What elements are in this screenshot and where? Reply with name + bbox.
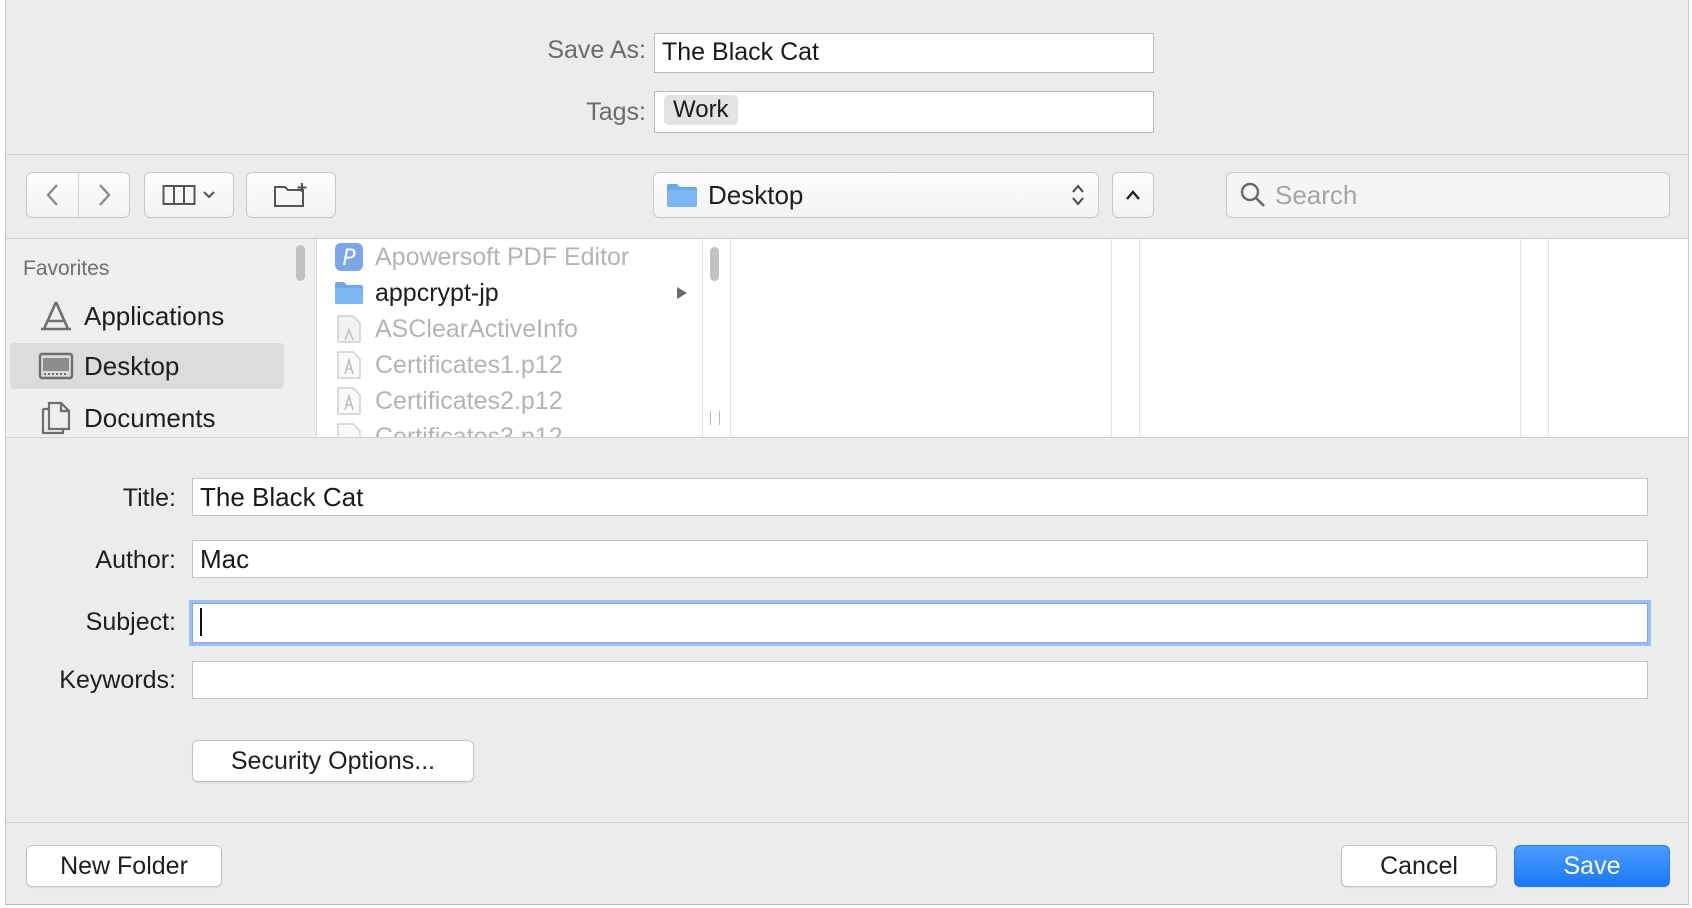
list-item[interactable]: ASClearActiveInfo xyxy=(317,311,702,347)
search-placeholder: Search xyxy=(1275,179,1358,210)
new-folder-toolbar-button[interactable] xyxy=(246,172,336,218)
save-as-field[interactable]: The Black Cat xyxy=(654,33,1154,73)
location-popup[interactable]: Desktop xyxy=(653,172,1099,218)
title-field[interactable]: The Black Cat xyxy=(192,478,1648,516)
folder-icon xyxy=(667,184,697,207)
keywords-field[interactable] xyxy=(192,661,1648,699)
tags-field[interactable]: Work xyxy=(654,91,1154,133)
sidebar-heading: Favorites xyxy=(23,257,110,280)
nav-button-group xyxy=(26,172,130,218)
list-item[interactable]: Certificates3.p12 xyxy=(317,419,702,437)
top-separator xyxy=(6,154,1688,155)
column-divider xyxy=(1111,239,1112,437)
chevron-left-icon xyxy=(45,184,58,206)
subject-field[interactable] xyxy=(192,603,1648,643)
sidebar-scrollbar[interactable] xyxy=(296,245,305,281)
cancel-button[interactable]: Cancel xyxy=(1341,845,1497,887)
sidebar: Favorites Applications Desktop Documents xyxy=(6,239,317,437)
collapse-button[interactable] xyxy=(1112,172,1154,218)
applications-icon xyxy=(38,300,74,332)
disclosure-arrow-icon xyxy=(677,287,687,299)
list-item[interactable]: P Apowersoft PDF Editor xyxy=(317,239,702,275)
column-divider[interactable] xyxy=(702,239,703,437)
column-view-icon xyxy=(162,185,196,205)
desktop-icon xyxy=(38,350,74,382)
updown-chevron-icon xyxy=(1072,184,1084,206)
sidebar-item-applications[interactable]: Applications xyxy=(6,293,284,339)
save-button[interactable]: Save xyxy=(1514,845,1670,887)
column-divider xyxy=(1139,239,1140,437)
file-browser: Favorites Applications Desktop Documents xyxy=(6,238,1688,438)
svg-text:P: P xyxy=(342,246,356,271)
author-label: Author: xyxy=(95,546,176,574)
list-item[interactable]: appcrypt-jp xyxy=(317,275,702,311)
chevron-down-icon xyxy=(203,191,215,199)
certificate-icon xyxy=(333,349,365,381)
list-item[interactable]: Certificates1.p12 xyxy=(317,347,702,383)
exec-icon xyxy=(333,313,365,345)
text-caret xyxy=(200,608,202,637)
title-label: Title: xyxy=(122,484,176,512)
chevron-up-icon xyxy=(1126,190,1140,200)
file-column-scrollbar[interactable] xyxy=(710,247,719,281)
certificate-icon xyxy=(333,385,365,417)
certificate-icon xyxy=(333,421,365,437)
documents-icon xyxy=(38,401,74,435)
sidebar-item-desktop[interactable]: Desktop xyxy=(10,343,284,389)
app-icon: P xyxy=(333,241,365,273)
tags-label: Tags: xyxy=(586,98,646,126)
chevron-right-icon xyxy=(98,184,111,206)
sidebar-item-documents[interactable]: Documents xyxy=(6,395,284,437)
security-options-button[interactable]: Security Options... xyxy=(192,740,474,782)
save-dialog: Save As: The Black Cat Tags: Work Deskto… xyxy=(5,0,1689,905)
column-divider xyxy=(730,239,731,437)
footer-separator xyxy=(6,822,1688,823)
author-field[interactable]: Mac xyxy=(192,540,1648,578)
column-divider xyxy=(1548,239,1549,437)
sidebar-item-label: Desktop xyxy=(84,350,180,381)
sidebar-item-label: Documents xyxy=(84,402,216,433)
forward-button[interactable] xyxy=(79,173,129,217)
column-divider xyxy=(1520,239,1521,437)
new-folder-icon xyxy=(274,183,307,207)
save-as-label: Save As: xyxy=(547,36,646,64)
file-column: P Apowersoft PDF Editor appcrypt-jp ASCl… xyxy=(317,239,702,437)
back-button[interactable] xyxy=(28,173,78,217)
search-field[interactable]: Search xyxy=(1226,172,1670,218)
folder-icon xyxy=(333,277,365,309)
subject-label: Subject: xyxy=(85,608,176,636)
sidebar-item-label: Applications xyxy=(84,300,225,331)
location-label: Desktop xyxy=(708,179,804,210)
new-folder-button[interactable]: New Folder xyxy=(26,845,222,887)
tag-chip-work[interactable]: Work xyxy=(664,95,738,125)
view-options-button[interactable] xyxy=(144,172,234,218)
search-icon xyxy=(1240,182,1265,207)
list-item[interactable]: Certificates2.p12 xyxy=(317,383,702,419)
keywords-label: Keywords: xyxy=(59,666,176,694)
column-resize-handle[interactable] xyxy=(710,411,720,425)
